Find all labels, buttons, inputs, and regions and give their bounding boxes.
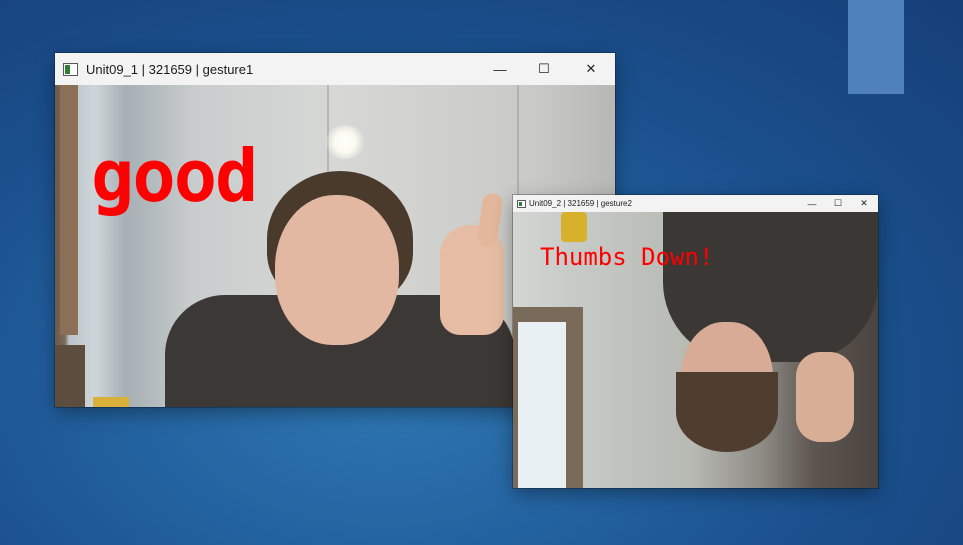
person-face-image [275,195,399,345]
maximize-button[interactable]: ☐ [825,195,851,212]
minimize-button[interactable]: — [799,195,825,212]
window-title: Unit09_1 | 321659 | gesture1 [86,61,254,77]
object-image [561,212,587,242]
camera-feed: Thumbs Down! [513,212,878,488]
maximize-button[interactable]: ☐ [521,53,567,85]
desktop-background: { "desktop": { "accent_color": "#4f81bd"… [0,0,963,545]
maximize-icon: ☐ [538,61,550,76]
window-title: Unit09_2 | 321659 | gesture2 [529,199,632,208]
window-titlebar[interactable]: Unit09_1 | 321659 | gesture1 — ☐ ✕ [55,53,615,85]
window-frame-image [60,85,78,335]
minimize-icon: — [493,61,507,77]
person-hair-image [676,372,778,452]
ceiling-light-image [325,125,365,159]
shelf-item-image [93,397,129,407]
app-window-icon [63,62,78,76]
gesture-label: good [91,134,258,218]
minimize-icon: — [807,198,817,209]
close-button[interactable]: ✕ [851,195,877,212]
close-icon: ✕ [585,61,597,76]
maximize-icon: ☐ [833,198,843,208]
close-icon: ✕ [860,198,868,208]
minimize-button[interactable]: — [477,53,523,85]
close-button[interactable]: ✕ [568,53,614,85]
gesture2-window[interactable]: Unit09_2 | 321659 | gesture2 — ☐ ✕ Thumb… [513,195,878,488]
shelf-image [55,345,85,407]
thumbs-hand-image [796,352,854,442]
window-titlebar[interactable]: Unit09_2 | 321659 | gesture2 — ☐ ✕ [513,195,878,212]
slide-accent-block [848,0,904,94]
app-window-icon [517,199,526,208]
gesture-label: Thumbs Down! [540,243,714,271]
window-pane-image [518,322,566,488]
